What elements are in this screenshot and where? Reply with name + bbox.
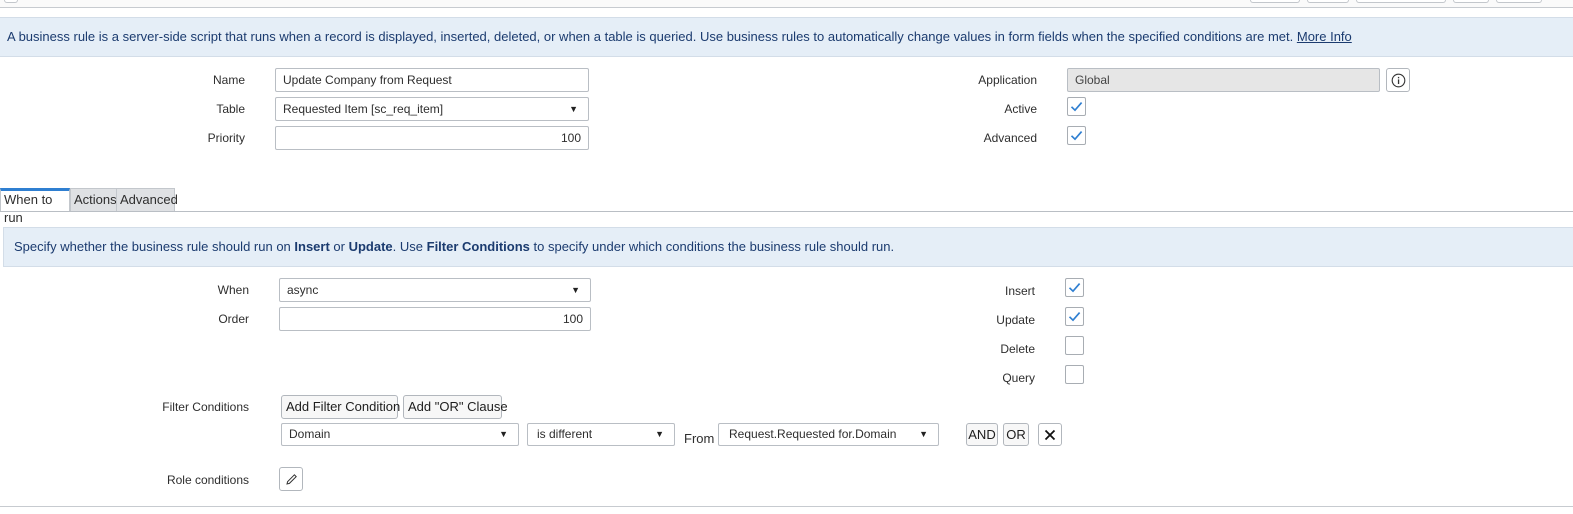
condition-value-text: Request.Requested for.Domain xyxy=(729,427,897,441)
when-info-text: or xyxy=(329,239,349,254)
when-info-text: . Use xyxy=(392,239,427,254)
tab-bar: When to run Actions Advanced xyxy=(0,188,1573,225)
role-conditions-label: Role conditions xyxy=(166,473,249,487)
when-info-insert: Insert xyxy=(294,239,330,254)
when-info-update: Update xyxy=(348,239,393,254)
advanced-checkbox[interactable] xyxy=(1067,126,1086,145)
dropdown-arrow-icon: ▼ xyxy=(655,429,664,439)
order-label: Order xyxy=(218,312,249,326)
query-label: Query xyxy=(1002,371,1035,385)
add-or-clause-button[interactable]: Add "OR" Clause xyxy=(403,395,508,419)
when-select-value: async xyxy=(287,283,319,297)
checkmark-icon xyxy=(1068,283,1081,293)
header-button-stub[interactable] xyxy=(1307,0,1349,3)
when-info-text: Specify whether the business rule should… xyxy=(14,239,295,254)
when-info-filter: Filter Conditions xyxy=(426,239,530,254)
condition-operator-select[interactable]: is different ▼ xyxy=(527,423,675,446)
banner-text: A business rule is a server-side script … xyxy=(7,29,1294,44)
delete-checkbox[interactable] xyxy=(1065,336,1084,355)
header-button-stub[interactable] xyxy=(1356,0,1446,3)
active-label: Active xyxy=(1004,102,1037,116)
dropdown-arrow-icon: ▼ xyxy=(499,429,508,439)
when-label: When xyxy=(217,283,249,297)
when-select[interactable]: async ▼ xyxy=(279,278,591,302)
advanced-label: Advanced xyxy=(983,131,1037,145)
update-checkbox[interactable] xyxy=(1065,307,1084,326)
info-icon xyxy=(1391,73,1405,87)
active-checkbox[interactable] xyxy=(1067,97,1086,116)
and-button[interactable]: AND xyxy=(966,423,998,446)
dropdown-arrow-icon: ▼ xyxy=(919,429,928,439)
header-button-stub[interactable] xyxy=(1453,0,1489,3)
priority-label: Priority xyxy=(207,131,245,145)
when-info-banner: Specify whether the business rule should… xyxy=(3,227,1573,267)
order-input[interactable]: 100 xyxy=(279,307,591,331)
checkmark-icon xyxy=(1068,312,1081,322)
close-icon xyxy=(1044,429,1056,440)
pencil-icon xyxy=(285,473,297,485)
tab-actions[interactable]: Actions xyxy=(70,188,117,211)
priority-input[interactable]: 100 xyxy=(275,126,589,150)
condition-operator-value: is different xyxy=(537,427,593,441)
checkmark-icon xyxy=(1070,102,1083,112)
application-label: Application xyxy=(978,73,1037,87)
from-label: From xyxy=(684,431,715,446)
remove-condition-button[interactable] xyxy=(1038,423,1062,446)
condition-value-select[interactable]: Request.Requested for.Domain ▼ xyxy=(718,423,939,446)
name-label: Name xyxy=(212,73,245,87)
table-select-value: Requested Item [sc_req_item] xyxy=(283,102,444,116)
header-button-stub[interactable] xyxy=(1496,0,1542,3)
table-select[interactable]: Requested Item [sc_req_item] ▼ xyxy=(275,97,589,121)
when-info-text: to specify under which conditions the bu… xyxy=(529,239,895,254)
table-label: Table xyxy=(216,102,245,116)
application-field: Global xyxy=(1067,68,1380,92)
tab-when-to-run[interactable]: When to run xyxy=(0,188,70,225)
application-info-button[interactable] xyxy=(1386,68,1410,92)
checkmark-icon xyxy=(1070,131,1083,141)
delete-label: Delete xyxy=(1000,342,1035,356)
tab-advanced[interactable]: Advanced xyxy=(116,188,178,211)
insert-checkbox[interactable] xyxy=(1065,278,1084,297)
dropdown-arrow-icon: ▼ xyxy=(571,285,580,295)
info-banner: A business rule is a server-side script … xyxy=(0,17,1573,57)
dropdown-arrow-icon: ▼ xyxy=(569,104,578,114)
name-input[interactable]: Update Company from Request xyxy=(275,68,589,92)
filter-conditions-label: Filter Conditions xyxy=(162,400,249,414)
insert-label: Insert xyxy=(1004,284,1035,298)
edit-role-conditions-button[interactable] xyxy=(279,467,303,491)
header-button-stub[interactable] xyxy=(4,0,18,3)
condition-field-value: Domain xyxy=(289,427,331,441)
query-checkbox[interactable] xyxy=(1065,365,1084,384)
or-button[interactable]: OR xyxy=(1003,423,1029,446)
condition-field-select[interactable]: Domain ▼ xyxy=(281,423,519,446)
header-button-stub[interactable] xyxy=(1250,0,1300,3)
add-filter-condition-button[interactable]: Add Filter Condition xyxy=(281,395,400,419)
more-info-link[interactable]: More Info xyxy=(1297,29,1352,44)
form-bottom-divider xyxy=(0,506,1573,507)
update-label: Update xyxy=(996,313,1035,327)
